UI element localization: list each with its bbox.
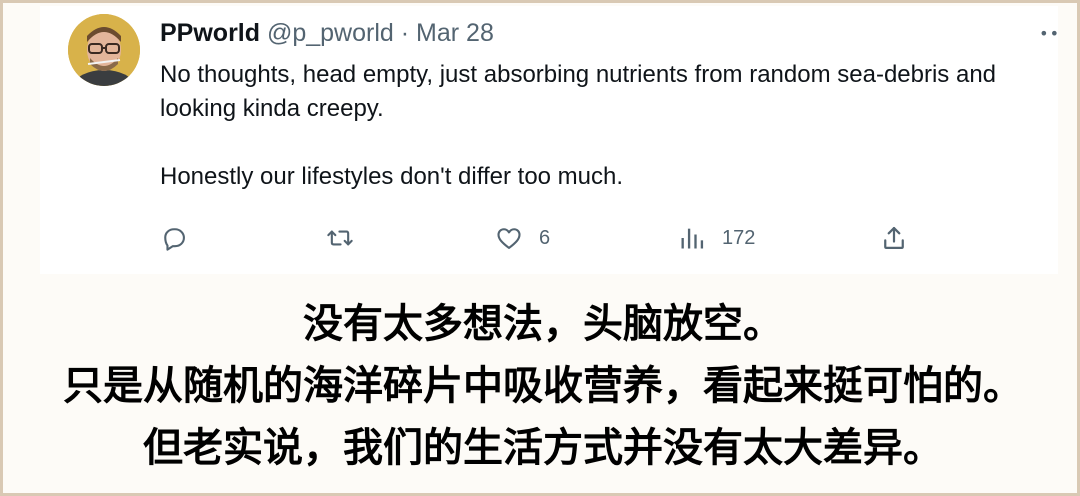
tweet-actions: 6 172 [160,218,1000,258]
reply-button[interactable] [160,218,188,258]
tweet-text: No thoughts, head empty, just absorbing … [160,58,1020,194]
caption-line-1: 没有太多想法，头脑放空。 [303,301,783,347]
views-button[interactable]: 172 [678,218,755,258]
caption-line-2: 只是从随机的海洋碎片中吸收营养，看起来挺可怕的。 [63,363,1023,409]
separator-dot: · [400,19,410,47]
like-count: 6 [539,226,551,249]
tweet-date[interactable]: Mar 28 [416,19,494,47]
avatar-photo [68,14,140,86]
chinese-caption: 没有太多想法，头脑放空。 只是从随机的海洋碎片中吸收营养，看起来挺可怕的。 但老… [3,293,1080,479]
retweet-icon [327,230,353,246]
retweet-button[interactable] [326,218,354,258]
author-handle[interactable]: @p_pworld [267,19,394,47]
avatar[interactable] [68,14,140,86]
tweet-text-paragraph-1: No thoughts, head empty, just absorbing … [160,61,997,122]
heart-icon [497,228,521,249]
author-name[interactable]: PPworld [160,19,260,47]
tweet-text-paragraph-2: Honestly our lifestyles don't differ too… [160,163,624,190]
tweet-card[interactable]: PPworld @p_pworld · Mar 28 •• No thought… [40,6,1060,274]
caption-line-3: 但老实说，我们的生活方式并没有太大差异。 [143,425,943,471]
like-button[interactable]: 6 [495,218,550,258]
image-frame: PPworld @p_pworld · Mar 28 •• No thought… [0,0,1080,496]
share-button[interactable] [880,218,908,258]
tweet-header: PPworld @p_pworld · Mar 28 [160,18,494,48]
views-icon [681,228,704,249]
more-options-icon[interactable]: •• [1039,24,1060,43]
reply-icon [164,228,185,251]
views-count: 172 [722,226,756,249]
share-icon [884,226,904,250]
